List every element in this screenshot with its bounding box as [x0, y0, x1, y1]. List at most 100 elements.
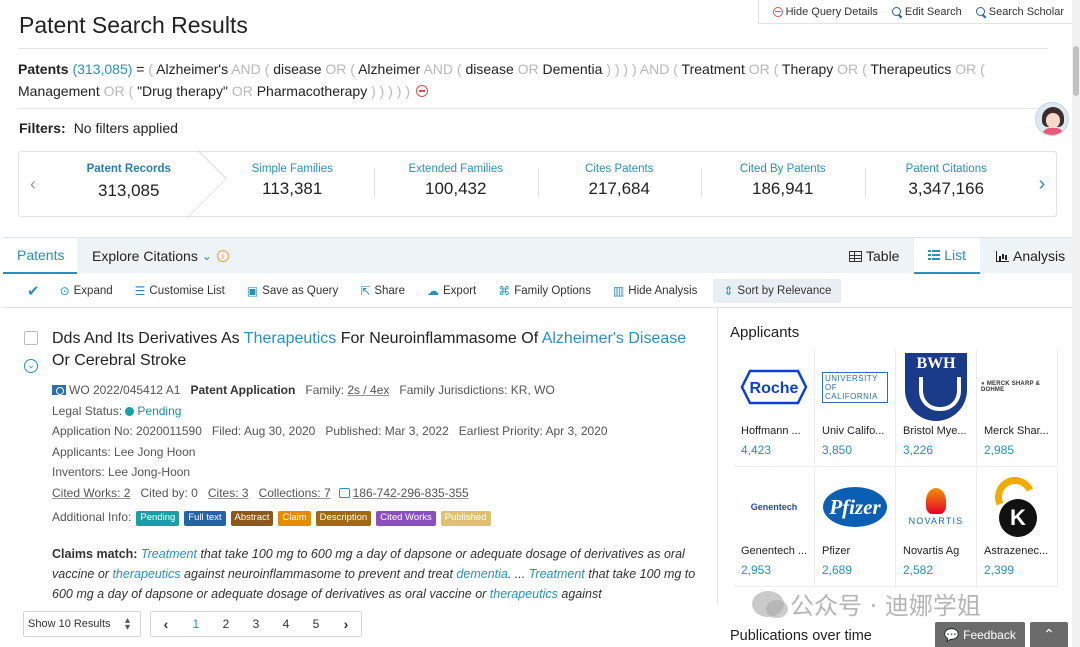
stat-extended-families[interactable]: Extended Families 100,432	[374, 152, 538, 216]
filters-label: Filters:	[19, 120, 66, 136]
cites-link[interactable]: Cites: 3	[208, 486, 249, 500]
tab-analysis[interactable]: Analysis	[982, 238, 1079, 274]
feedback-button[interactable]: 💬 Feedback	[935, 622, 1025, 647]
page-3[interactable]: 3	[241, 612, 271, 636]
page-scrollbar[interactable]	[1072, 0, 1080, 647]
stat-patent-citations[interactable]: Patent Citations 3,347,166	[864, 152, 1029, 216]
page-5[interactable]: 5	[301, 612, 331, 636]
hide-analysis-button[interactable]: ▥ Hide Analysis	[613, 284, 697, 298]
family-options-button[interactable]: ⌘ Family Options	[498, 284, 591, 298]
tab-table[interactable]: Table	[835, 238, 913, 274]
tag-claim[interactable]: Claim	[278, 511, 311, 526]
scrollbar-thumb[interactable]	[1073, 46, 1079, 96]
published-date: Published: Mar 3, 2022	[325, 424, 449, 438]
applicant-count[interactable]: 3,850	[822, 443, 852, 457]
query-paren: (	[350, 61, 355, 77]
scroll-to-top-button[interactable]: ⌃	[1030, 622, 1068, 647]
publication-number[interactable]: WO 2022/045412 A1	[69, 383, 180, 397]
applicant-card[interactable]: Genentech Genentech ... 2,953	[734, 469, 815, 587]
stat-cites-patents[interactable]: Cites Patents 217,684	[537, 152, 702, 216]
result-title[interactable]: Dds And Its Derivatives As Therapeutics …	[52, 328, 702, 372]
sort-dropdown[interactable]: ⇕ Sort by Relevance	[713, 279, 842, 303]
page-2[interactable]: 2	[211, 612, 241, 636]
applicant-count[interactable]: 2,953	[741, 563, 771, 577]
info-icon[interactable]: i	[216, 250, 229, 262]
merck-logo: MERCK SHARP & DOHME	[981, 357, 1053, 417]
collections-link[interactable]: Collections: 7	[259, 486, 331, 500]
remove-query-icon[interactable]	[415, 85, 428, 97]
applicant-count[interactable]: 4,423	[741, 443, 771, 457]
page-1[interactable]: 1	[181, 612, 211, 636]
stat-simple-families[interactable]: Simple Families 113,381	[211, 152, 375, 216]
share-icon: ⇱	[360, 284, 371, 298]
query-count[interactable]: (313,085)	[72, 61, 132, 77]
applicant-count[interactable]: 2,689	[822, 563, 852, 577]
applicant-card[interactable]: K Astrazenec... 2,399	[977, 469, 1058, 587]
applicant-card[interactable]: UNIVERSITY OF CALIFORNIA Univ Califo... 3,85…	[815, 349, 896, 467]
applicant-count[interactable]: 2,582	[903, 563, 933, 577]
pfizer-logo: Pfizer	[819, 477, 891, 537]
search-scholar-link[interactable]: Search Scholar	[975, 6, 1064, 18]
stat-label: Extended Families	[408, 163, 504, 175]
prev-page-chevron-icon[interactable]: ‹	[151, 612, 181, 636]
stat-value: 3,347,166	[908, 179, 985, 198]
applicant-card[interactable]: Pfizer Pfizer 2,689	[815, 469, 896, 587]
tab-patents[interactable]: Patents	[3, 238, 77, 274]
select-all-check-icon[interactable]: ✔	[27, 282, 40, 300]
tab-list[interactable]: List	[914, 238, 980, 274]
claims-match: Claims match: Treatment that take 100 mg…	[52, 544, 702, 603]
share-button[interactable]: ⇱ Share	[360, 284, 405, 298]
applicant-card[interactable]: NOVARTIS Novartis Ag 2,582	[896, 469, 977, 587]
divider	[18, 108, 1048, 109]
export-button[interactable]: ☁ Export	[427, 284, 476, 298]
query-term: "Drug therapy"	[137, 83, 228, 99]
carousel-prev-chevron-icon[interactable]: ‹	[19, 152, 47, 216]
query-equals: =	[136, 61, 145, 77]
applicant-count[interactable]: 2,399	[984, 563, 1014, 577]
title-highlight: Therapeutics	[243, 330, 337, 347]
hide-query-details-link[interactable]: Hide Query Details	[772, 6, 878, 18]
filed-date: Filed: Aug 30, 2020	[211, 424, 316, 438]
claims-label: Claims match:	[52, 547, 141, 561]
save-as-query-button[interactable]: ▣ Save as Query	[247, 284, 338, 298]
user-avatar[interactable]	[1035, 102, 1069, 136]
results-per-page-select[interactable]: Show 10 Results ▴ ▾	[23, 611, 141, 637]
customise-list-button[interactable]: ☰ Customise List	[135, 284, 225, 298]
chevron-down-icon[interactable]: ⌄	[24, 359, 38, 373]
stat-cited-by-patents[interactable]: Cited By Patents 186,941	[701, 152, 865, 216]
applicant-name: Genentech ...	[741, 545, 808, 557]
query-operator: OR	[955, 61, 977, 77]
result-metadata: WO 2022/045412 A1 Patent Application Fam…	[52, 383, 608, 526]
save-icon: ▣	[246, 284, 259, 298]
expand-button[interactable]: ⊙ Expand	[60, 284, 113, 298]
stat-patent-records[interactable]: Patent Records 313,085	[47, 152, 211, 216]
result-checkbox[interactable]	[24, 331, 38, 345]
applicant-count[interactable]: 3,226	[903, 443, 933, 457]
tag-full-text[interactable]: Full text	[184, 511, 226, 526]
query-term: Therapy	[781, 61, 834, 77]
title-highlight: Alzheimer's	[541, 330, 624, 347]
applicant-card[interactable]: Roche Hoffmann ... 4,423	[734, 349, 815, 467]
next-page-chevron-icon[interactable]: ›	[331, 612, 361, 636]
applicant-count[interactable]: 2,985	[984, 443, 1014, 457]
tag-cited-works[interactable]: Cited Works	[376, 511, 436, 526]
stat-value: 100,432	[425, 179, 487, 198]
tag-description[interactable]: Description	[315, 511, 372, 526]
page-4[interactable]: 4	[271, 612, 301, 636]
query-paren: (	[862, 61, 867, 77]
tab-explore-citations[interactable]: Explore Citations ⌄ i	[78, 238, 243, 274]
edit-search-link[interactable]: Edit Search	[891, 6, 962, 18]
applicant-card[interactable]: MERCK SHARP & DOHME Merck Shar... 2,985	[977, 349, 1058, 467]
tag-published[interactable]: Published	[440, 511, 491, 526]
stat-value: 313,085	[98, 181, 160, 200]
query-term: Dementia	[542, 61, 603, 77]
tag-abstract[interactable]: Abstract	[230, 511, 274, 526]
claims-highlight: Treatment	[140, 547, 197, 561]
earliest-priority: Earliest Priority: Apr 3, 2020	[458, 424, 608, 438]
applicant-card[interactable]: BWH Bristol Mye... 3,226	[896, 349, 977, 467]
lens-id[interactable]: 186-742-296-835-355	[353, 486, 469, 500]
carousel-next-chevron-icon[interactable]: ›	[1028, 152, 1056, 216]
cited-works-link[interactable]: Cited Works: 2	[52, 486, 130, 500]
family-link[interactable]: 2s / 4ex	[347, 383, 389, 397]
tag-pending[interactable]: Pending	[136, 511, 180, 526]
